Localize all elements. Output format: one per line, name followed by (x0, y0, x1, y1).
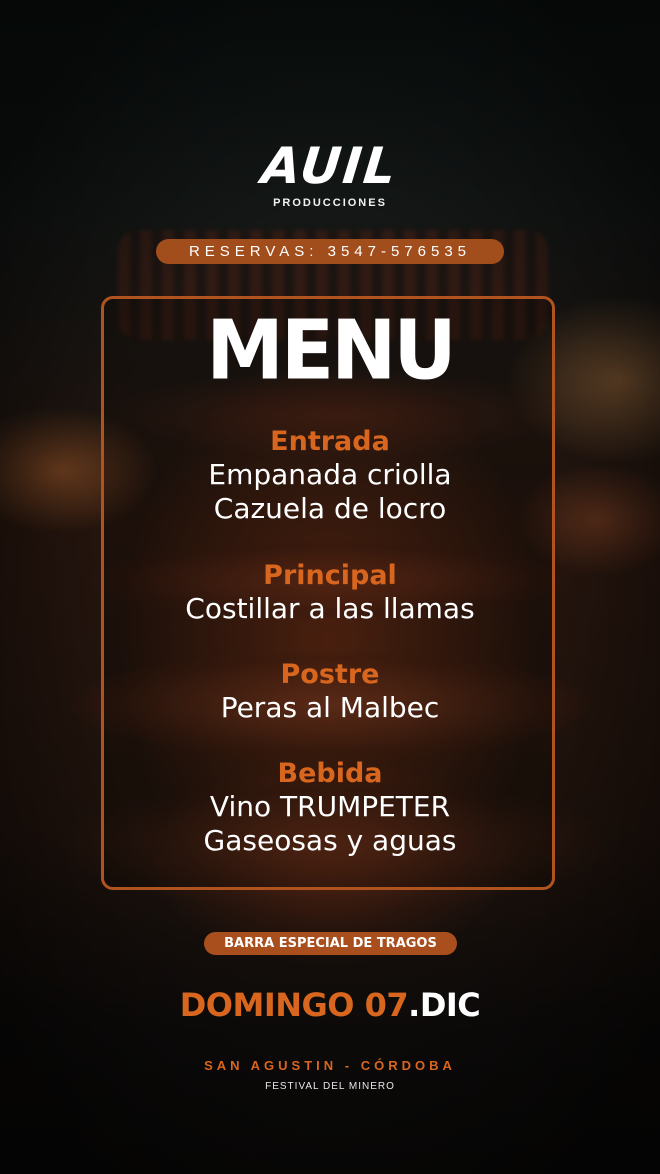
menu-title: MENU (206, 303, 457, 399)
menu-item: Costillar a las llamas (185, 592, 475, 625)
barra-badge: BARRA ESPECIAL DE TRAGOS (204, 932, 457, 955)
section-bebida: Bebida Vino TRUMPETER Gaseosas y aguas (0, 758, 660, 858)
menu-item: Peras al Malbec (220, 691, 440, 724)
menu-item: Gaseosas y aguas (203, 824, 457, 857)
menu-item: Empanada criolla (208, 458, 452, 491)
event-location: SAN AGUSTIN - CÓRDOBA (204, 1058, 456, 1073)
section-heading: Entrada (270, 426, 390, 457)
section-heading: Postre (280, 659, 380, 690)
event-date: DOMINGO 07.DIC (0, 985, 660, 1025)
menu-item: Cazuela de locro (213, 492, 447, 525)
festival-name: FESTIVAL DEL MINERO (265, 1081, 395, 1092)
date-day: DOMINGO 07 (179, 986, 409, 1024)
section-postre: Postre Peras al Malbec (0, 659, 660, 725)
logo-subtitle: PRODUCCIONES (273, 197, 387, 209)
logo-wordmark: AUIL (259, 137, 401, 195)
section-heading: Bebida (277, 758, 383, 789)
section-entrada: Entrada Empanada criolla Cazuela de locr… (0, 426, 660, 526)
menu-item: Vino TRUMPETER (209, 790, 451, 823)
section-principal: Principal Costillar a las llamas (0, 560, 660, 626)
date-month: .DIC (408, 986, 481, 1024)
section-heading: Principal (263, 560, 397, 591)
brand-logo: AUIL PRODUCCIONES (0, 137, 660, 209)
reservas-badge: RESERVAS: 3547-576535 (156, 239, 504, 264)
